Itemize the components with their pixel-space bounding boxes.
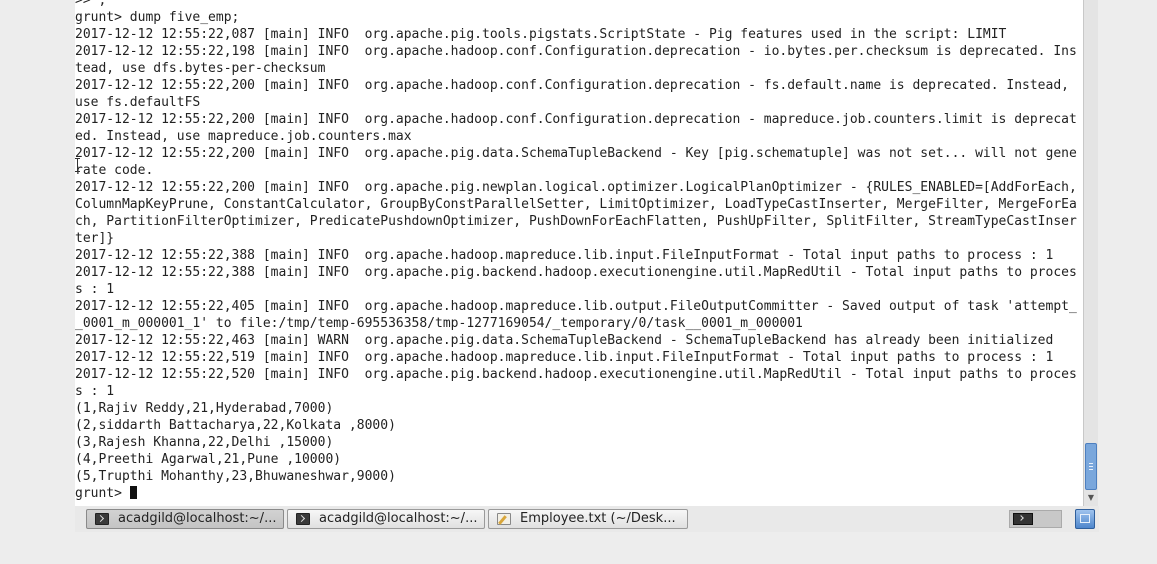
- terminal-prompt: grunt>: [75, 486, 130, 501]
- tray-terminal-launcher[interactable]: [1009, 510, 1062, 528]
- task-label: acadgild@localhost:~/...: [319, 511, 478, 526]
- terminal-line: 2017-12-12 12:55:22,405 [main] INFO org.…: [75, 299, 1077, 331]
- terminal-line: (4,Preethi Agarwal,21,Pune ,10000): [75, 452, 342, 467]
- taskbar-task-employee-txt[interactable]: Employee.txt (~/Desk...: [488, 509, 688, 529]
- terminal-line: (1,Rajiv Reddy,21,Hyderabad,7000): [75, 401, 334, 416]
- task-label: acadgild@localhost:~/...: [118, 511, 277, 526]
- terminal-scrollbar[interactable]: ▼: [1083, 0, 1098, 506]
- terminal-line: 2017-12-12 12:55:22,200 [main] INFO org.…: [75, 112, 1077, 144]
- terminal-log-lines: >> ; grunt> dump five_emp; 2017-12-12 12…: [75, 0, 1083, 484]
- terminal-line: 2017-12-12 12:55:22,200 [main] INFO org.…: [75, 146, 1077, 178]
- terminal-line: 2017-12-12 12:55:22,388 [main] INFO org.…: [75, 248, 1054, 263]
- terminal-line: 2017-12-12 12:55:22,519 [main] INFO org.…: [75, 350, 1054, 365]
- terminal-line: 2017-12-12 12:55:22,463 [main] WARN org.…: [75, 333, 1054, 348]
- scroll-down-arrow-icon[interactable]: ▼: [1085, 491, 1097, 504]
- terminal-icon: [95, 513, 109, 525]
- terminal-window[interactable]: >> ; grunt> dump five_emp; 2017-12-12 12…: [75, 0, 1083, 506]
- terminal-line: 2017-12-12 12:55:22,200 [main] INFO org.…: [75, 180, 1077, 246]
- terminal-line: 2017-12-12 12:55:22,087 [main] INFO org.…: [75, 27, 1007, 42]
- terminal-line: grunt> dump five_emp;: [75, 10, 240, 25]
- terminal-output[interactable]: >> ; grunt> dump five_emp; 2017-12-12 12…: [75, 0, 1083, 502]
- terminal-line: (5,Trupthi Mohanthy,23,Bhuwaneshwar,9000…: [75, 469, 396, 484]
- text-editor-icon: [497, 513, 511, 525]
- taskbar-task-terminal-2[interactable]: acadgild@localhost:~/...: [287, 509, 485, 529]
- mouse-ibeam-cursor-icon: [75, 158, 80, 172]
- trash-icon[interactable]: [1075, 509, 1095, 529]
- terminal-icon: [1013, 513, 1033, 525]
- terminal-line: 2017-12-12 12:55:22,388 [main] INFO org.…: [75, 265, 1077, 297]
- terminal-line: 2017-12-12 12:55:22,198 [main] INFO org.…: [75, 44, 1077, 76]
- terminal-cursor: [129, 486, 137, 499]
- terminal-line: 2017-12-12 12:55:22,200 [main] INFO org.…: [75, 78, 1069, 110]
- taskbar: acadgild@localhost:~/... acadgild@localh…: [75, 506, 1099, 532]
- terminal-line: (3,Rajesh Khanna,22,Delhi ,15000): [75, 435, 334, 450]
- scrollbar-thumb[interactable]: [1085, 443, 1097, 490]
- terminal-line: 2017-12-12 12:55:22,520 [main] INFO org.…: [75, 367, 1077, 399]
- terminal-icon: [296, 513, 310, 525]
- terminal-line: >> ;: [75, 0, 107, 8]
- task-label: Employee.txt (~/Desk...: [520, 511, 676, 526]
- terminal-line: (2,siddarth Battacharya,22,Kolkata ,8000…: [75, 418, 396, 433]
- taskbar-task-terminal-1[interactable]: acadgild@localhost:~/...: [86, 509, 284, 529]
